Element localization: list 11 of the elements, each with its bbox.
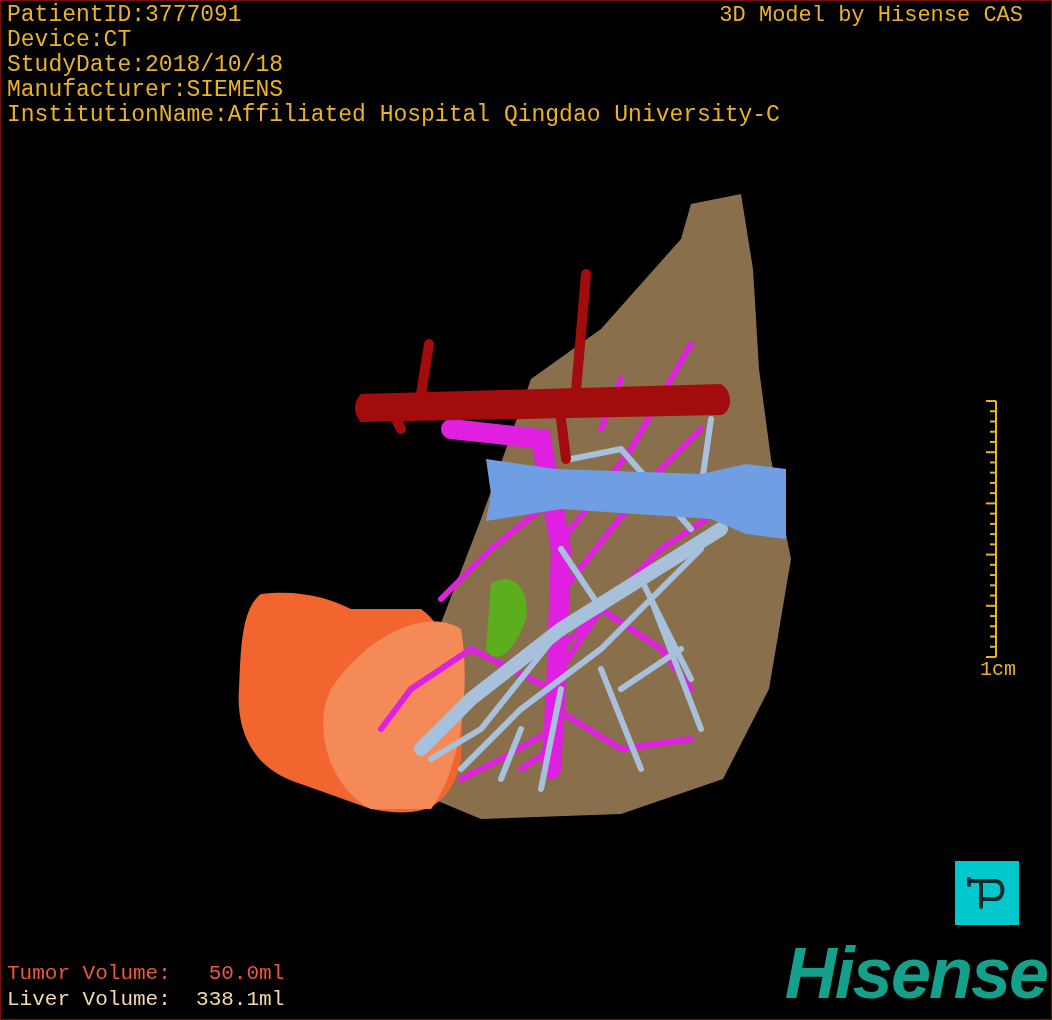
scale-label: 1cm <box>980 659 1016 681</box>
pin-button[interactable] <box>955 861 1019 925</box>
volume-readout: Liver Volume: 338.1ml <box>7 987 285 1013</box>
brand-logo: Hisense <box>784 933 1047 1013</box>
viewer-title: 3D Model by Hisense CAS <box>719 3 1023 28</box>
info-line: PatientID:3777091 <box>7 3 242 28</box>
info-line: Device:CT <box>7 28 132 53</box>
info-line: StudyDate:2018/10/18 <box>7 53 284 78</box>
volume-readout: Tumor Volume: 50.0ml <box>7 961 285 987</box>
info-line: Manufacturer:SIEMENS <box>7 78 284 103</box>
info-line: InstitutionName:Affiliated Hospital Qingdao University-C <box>7 103 780 128</box>
